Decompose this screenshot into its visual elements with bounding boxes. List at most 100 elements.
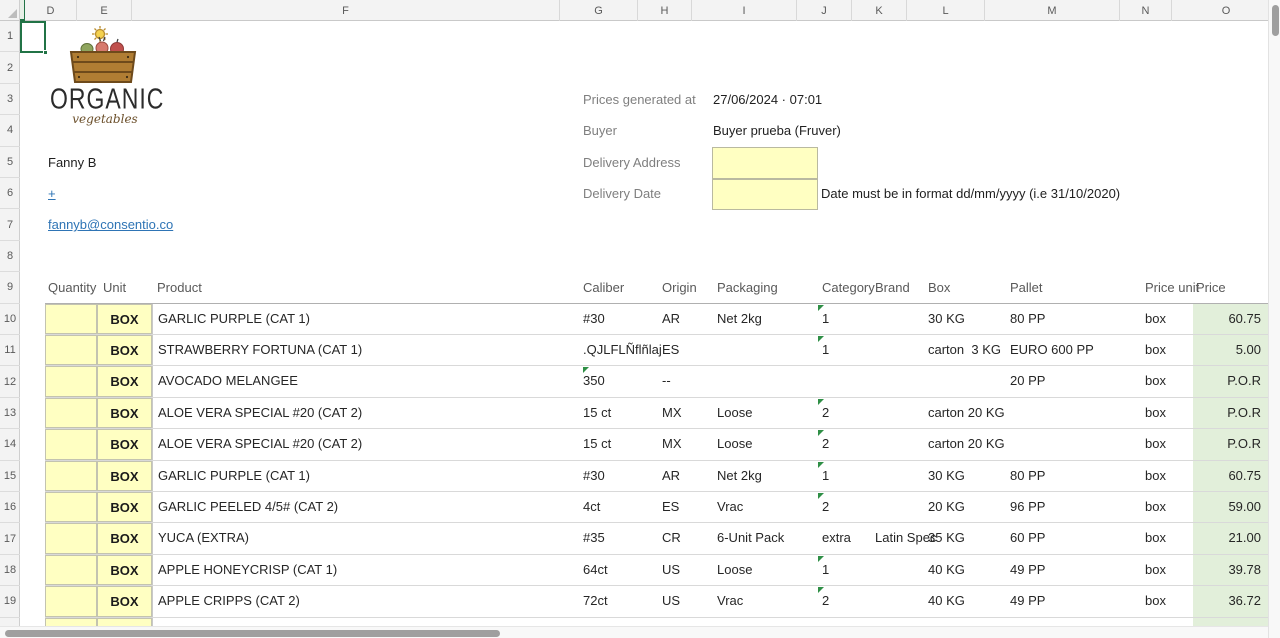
caliber-value: 15 ct bbox=[583, 436, 611, 451]
horizontal-scrollbar bbox=[0, 626, 1268, 638]
price-unit-cell: box bbox=[1145, 461, 1191, 491]
category-value: 1 bbox=[822, 311, 829, 326]
comment-flag-icon bbox=[818, 493, 824, 499]
packaging-cell bbox=[717, 366, 819, 396]
category-value: 2 bbox=[822, 593, 829, 608]
quantity-input-cell[interactable] bbox=[45, 398, 97, 428]
origin-cell: ES bbox=[662, 335, 714, 365]
product-name-cell: AVOCADO MELANGEE bbox=[152, 366, 580, 396]
brand-cell bbox=[875, 398, 925, 428]
table-row: BOX GARLIC PEELED 4/5# (CAT 2) 4ct ES Vr… bbox=[45, 492, 1268, 523]
caliber-value: #30 bbox=[583, 311, 605, 326]
category-cell bbox=[817, 366, 872, 396]
brand-cell bbox=[875, 492, 925, 522]
pallet-cell: 80 PP bbox=[1010, 304, 1142, 334]
origin-cell: AR bbox=[662, 461, 714, 491]
category-cell: 2 bbox=[817, 429, 872, 459]
comment-flag-icon bbox=[818, 587, 824, 593]
comment-flag-icon bbox=[818, 462, 824, 468]
box-cell: 30 KG bbox=[928, 461, 1008, 491]
origin-cell: -- bbox=[662, 366, 714, 396]
quantity-input-cell[interactable] bbox=[45, 366, 97, 396]
caliber-cell: #30 bbox=[583, 461, 661, 491]
quantity-input-cell[interactable] bbox=[45, 523, 97, 553]
price-cell: P.O.R bbox=[1193, 398, 1268, 428]
caliber-value: 15 ct bbox=[583, 405, 611, 420]
packaging-cell: Vrac bbox=[717, 492, 819, 522]
vertical-scrollbar-thumb[interactable] bbox=[1272, 5, 1279, 36]
caliber-cell: 4ct bbox=[583, 492, 661, 522]
brand-cell bbox=[875, 335, 925, 365]
pallet-cell: 60 PP bbox=[1010, 523, 1142, 553]
category-value: 1 bbox=[822, 562, 829, 577]
pallet-cell bbox=[1010, 429, 1142, 459]
quantity-input-cell[interactable] bbox=[45, 429, 97, 459]
price-cell: 21.00 bbox=[1193, 523, 1268, 553]
product-name-cell: GARLIC PEELED 4/5# (CAT 2) bbox=[152, 492, 580, 522]
origin-cell: US bbox=[662, 555, 714, 585]
table-row: BOX APPLE HONEYCRISP (CAT 1) 64ct US Loo… bbox=[45, 555, 1268, 586]
table-row: BOX GARLIC PURPLE (CAT 1) #30 AR Net 2kg… bbox=[45, 304, 1268, 335]
caliber-value: 64ct bbox=[583, 562, 608, 577]
category-cell: extra bbox=[817, 523, 872, 553]
unit-cell: BOX bbox=[97, 366, 152, 396]
caliber-cell: 350 bbox=[583, 366, 661, 396]
category-cell: 1 bbox=[817, 461, 872, 491]
quantity-input-cell[interactable] bbox=[45, 492, 97, 522]
quantity-input-cell[interactable] bbox=[45, 304, 97, 334]
category-cell: 2 bbox=[817, 586, 872, 616]
box-cell: 30 KG bbox=[928, 304, 1008, 334]
box-cell: 35 KG bbox=[928, 523, 1008, 553]
unit-cell: BOX bbox=[97, 335, 152, 365]
table-row: BOX STRAWBERRY FORTUNA (CAT 1) .QJLFLÑfl… bbox=[45, 335, 1268, 366]
category-value: 1 bbox=[822, 468, 829, 483]
comment-flag-icon bbox=[583, 367, 589, 373]
pallet-cell: 49 PP bbox=[1010, 555, 1142, 585]
price-cell: 39.78 bbox=[1193, 555, 1268, 585]
price-cell: 36.72 bbox=[1193, 586, 1268, 616]
horizontal-scrollbar-thumb[interactable] bbox=[5, 630, 500, 637]
unit-cell: BOX bbox=[97, 461, 152, 491]
comment-flag-icon bbox=[818, 399, 824, 405]
origin-cell: CR bbox=[662, 523, 714, 553]
brand-cell bbox=[875, 366, 925, 396]
packaging-cell: Loose bbox=[717, 429, 819, 459]
price-unit-cell: box bbox=[1145, 586, 1191, 616]
quantity-input-cell[interactable] bbox=[45, 335, 97, 365]
brand-cell bbox=[875, 461, 925, 491]
table-row: BOX ALOE VERA SPECIAL #20 (CAT 2) 15 ct … bbox=[45, 398, 1268, 429]
caliber-cell: 64ct bbox=[583, 555, 661, 585]
pallet-cell bbox=[1010, 398, 1142, 428]
table-row: BOX AVOCADO MELANGEE 350 -- 20 PP box P.… bbox=[45, 366, 1268, 397]
product-name-cell: STRAWBERRY FORTUNA (CAT 1) bbox=[152, 335, 580, 365]
origin-cell: MX bbox=[662, 398, 714, 428]
product-table: BOX GARLIC PURPLE (CAT 1) #30 AR Net 2kg… bbox=[0, 0, 1268, 638]
caliber-value: .QJLFLÑflñlaj bbox=[583, 342, 662, 357]
category-value: 2 bbox=[822, 499, 829, 514]
category-value: 1 bbox=[822, 342, 829, 357]
quantity-input-cell[interactable] bbox=[45, 586, 97, 616]
unit-cell: BOX bbox=[97, 429, 152, 459]
pallet-cell: 49 PP bbox=[1010, 586, 1142, 616]
table-row: BOX YUCA (EXTRA) #35 CR 6-Unit Pack extr… bbox=[45, 523, 1268, 554]
price-unit-cell: box bbox=[1145, 398, 1191, 428]
packaging-cell: Net 2kg bbox=[717, 304, 819, 334]
brand-cell bbox=[875, 429, 925, 459]
unit-cell: BOX bbox=[97, 555, 152, 585]
pallet-cell: 96 PP bbox=[1010, 492, 1142, 522]
product-name-cell: GARLIC PURPLE (CAT 1) bbox=[152, 461, 580, 491]
brand-cell bbox=[875, 586, 925, 616]
caliber-value: 72ct bbox=[583, 593, 608, 608]
caliber-cell: #35 bbox=[583, 523, 661, 553]
packaging-cell: Loose bbox=[717, 398, 819, 428]
box-cell: 40 KG bbox=[928, 586, 1008, 616]
category-cell: 2 bbox=[817, 492, 872, 522]
quantity-input-cell[interactable] bbox=[45, 555, 97, 585]
packaging-cell: Loose bbox=[717, 555, 819, 585]
packaging-cell: Net 2kg bbox=[717, 461, 819, 491]
category-value: extra bbox=[822, 530, 851, 545]
category-cell: 2 bbox=[817, 398, 872, 428]
unit-cell: BOX bbox=[97, 398, 152, 428]
quantity-input-cell[interactable] bbox=[45, 461, 97, 491]
unit-cell: BOX bbox=[97, 492, 152, 522]
